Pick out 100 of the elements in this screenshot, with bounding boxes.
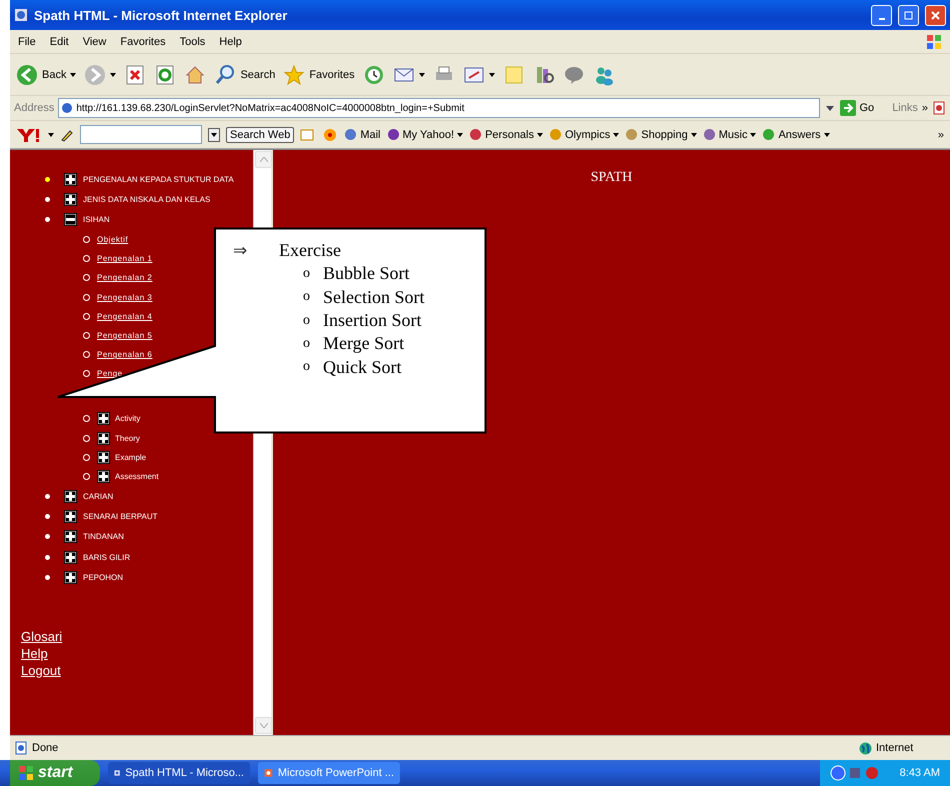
sidebar-item[interactable]: SENARAI BERPAUT bbox=[83, 512, 158, 522]
toolbar-link[interactable]: Personals bbox=[469, 128, 543, 141]
toolbar-link[interactable]: Answers bbox=[762, 128, 830, 141]
expand-icon[interactable] bbox=[97, 470, 110, 484]
stop-icon[interactable] bbox=[124, 64, 146, 86]
window-title: Spath HTML - Microsoft Internet Explorer bbox=[34, 8, 288, 22]
search-icon bbox=[214, 64, 236, 86]
sidebar-item[interactable]: Theory bbox=[115, 434, 140, 443]
more-chevron[interactable]: » bbox=[922, 102, 928, 114]
sidebar-link[interactable]: Pengenalan 1 bbox=[97, 254, 152, 264]
caret-icon bbox=[457, 132, 464, 136]
sidebar-link[interactable]: Pengenalan 4 bbox=[97, 312, 152, 321]
expand-icon[interactable] bbox=[64, 490, 77, 503]
yahoo-logo-icon[interactable] bbox=[16, 126, 42, 142]
expand-icon[interactable] bbox=[64, 510, 77, 524]
toolbar-link[interactable]: My Yahoo! bbox=[386, 128, 464, 141]
menu-item[interactable]: Help bbox=[219, 36, 242, 48]
caret-icon[interactable] bbox=[488, 72, 495, 76]
close-button[interactable] bbox=[925, 4, 946, 26]
close-icon bbox=[931, 10, 940, 20]
sidebar-link[interactable]: Pengenalan 5 bbox=[97, 330, 152, 340]
list-item: Quick Sort bbox=[323, 356, 402, 378]
pdf-icon[interactable] bbox=[932, 101, 946, 115]
expand-icon[interactable] bbox=[97, 450, 110, 464]
bullet-circle bbox=[83, 351, 90, 358]
footer-link[interactable]: Glosari bbox=[21, 628, 253, 645]
toolbar-link[interactable]: Shopping bbox=[625, 128, 697, 141]
sidebar-item[interactable]: PENGENALAN KEPADA STUKTUR DATA bbox=[83, 174, 234, 184]
refresh-icon[interactable] bbox=[154, 64, 176, 86]
go-arrow-icon bbox=[840, 100, 856, 116]
menu-item[interactable]: Tools bbox=[180, 36, 206, 48]
globe-icon bbox=[859, 742, 872, 754]
footer-link[interactable]: Logout bbox=[21, 662, 253, 679]
caret-icon[interactable] bbox=[418, 72, 425, 76]
go-button[interactable]: Go bbox=[840, 100, 874, 116]
expand-icon[interactable] bbox=[64, 530, 77, 544]
round-icon bbox=[469, 128, 482, 141]
maximize-button[interactable] bbox=[898, 4, 919, 26]
minimize-button[interactable] bbox=[871, 4, 892, 26]
address-field[interactable]: http://161.139.68.230/LoginServlet?NoMatrix=ac4008NoIC=4000008btn_login=+Submit bbox=[58, 98, 820, 118]
expand-icon[interactable] bbox=[97, 432, 110, 445]
round-icon bbox=[702, 128, 716, 141]
start-button[interactable]: start bbox=[10, 760, 100, 786]
arrow-symbol: ⇒ bbox=[233, 240, 248, 262]
collapse-icon[interactable] bbox=[64, 213, 77, 226]
links-label[interactable]: Links bbox=[892, 102, 918, 114]
round-icon bbox=[386, 128, 400, 141]
list-item: Bubble Sort bbox=[323, 263, 410, 284]
round-icon bbox=[762, 128, 776, 141]
caret-icon[interactable] bbox=[110, 72, 116, 76]
search-web-button[interactable]: Search Web bbox=[226, 126, 294, 142]
toolbar-button[interactable]: Favorites bbox=[283, 64, 355, 86]
caret-icon[interactable] bbox=[48, 132, 54, 136]
caret-icon[interactable] bbox=[70, 72, 76, 76]
menu-item[interactable]: Favorites bbox=[120, 36, 166, 48]
house-icon[interactable] bbox=[184, 64, 206, 86]
sidebar-link[interactable]: Pengenalan 6 bbox=[97, 350, 152, 360]
sidebar-item[interactable]: Example bbox=[115, 452, 146, 462]
expand-icon[interactable] bbox=[97, 412, 110, 426]
round-icon bbox=[549, 128, 562, 141]
sidebar-item[interactable]: TINDANAN bbox=[83, 532, 124, 542]
windows-logo-icon bbox=[926, 34, 942, 50]
sidebar-item[interactable]: ISIHAN bbox=[83, 215, 110, 224]
toolbar-link[interactable]: Music bbox=[702, 128, 756, 141]
toolbar-link[interactable]: Olympics bbox=[549, 128, 620, 141]
sidebar-link[interactable]: Penge bbox=[97, 369, 123, 378]
footer-link[interactable]: Help bbox=[21, 644, 253, 662]
menu-item[interactable]: Edit bbox=[50, 36, 69, 48]
expand-icon[interactable] bbox=[64, 550, 77, 564]
bullet-symbol: o bbox=[303, 266, 311, 282]
round-icon bbox=[625, 128, 638, 141]
tray-icons[interactable] bbox=[830, 765, 880, 781]
sidebar-item[interactable]: BARIS GILIR bbox=[83, 552, 130, 562]
sidebar-link[interactable]: Pengenalan 3 bbox=[97, 292, 152, 302]
highlight-icon[interactable] bbox=[300, 128, 316, 142]
sidebar-item[interactable]: Activity bbox=[115, 414, 140, 424]
sidebar-item[interactable]: JENIS DATA NISKALA DAN KELAS bbox=[83, 194, 210, 204]
toolbar-link[interactable]: Mail bbox=[344, 128, 380, 141]
taskbar-button[interactable]: Microsoft PowerPoint ... bbox=[258, 762, 400, 784]
history-icon[interactable] bbox=[362, 64, 385, 86]
bullet-circle bbox=[83, 332, 90, 339]
pencil-icon[interactable] bbox=[60, 128, 74, 142]
more-chevron[interactable]: » bbox=[938, 128, 944, 140]
toolbar-button[interactable]: Search bbox=[214, 64, 276, 86]
sidebar-link[interactable]: Objektif bbox=[97, 234, 128, 244]
expand-icon[interactable] bbox=[64, 192, 77, 206]
expand-icon[interactable] bbox=[64, 172, 77, 186]
sidebar-item[interactable]: CARIAN bbox=[83, 492, 114, 501]
toolbar-button[interactable]: Back bbox=[16, 64, 76, 86]
taskbar-button[interactable]: Spath HTML - Microso... bbox=[108, 762, 250, 784]
target-icon[interactable] bbox=[322, 128, 338, 142]
bullet-symbol: o bbox=[303, 336, 311, 352]
sidebar-item[interactable]: Assessment bbox=[115, 472, 159, 482]
menu-item[interactable]: View bbox=[82, 36, 106, 48]
sidebar-item[interactable]: PEPOHON bbox=[83, 572, 124, 582]
sidebar-link[interactable]: Pengenalan 2 bbox=[97, 273, 152, 282]
menu-item[interactable]: File bbox=[18, 36, 36, 48]
star-icon bbox=[283, 64, 306, 86]
search-field[interactable] bbox=[80, 125, 202, 144]
expand-icon[interactable] bbox=[64, 570, 77, 584]
